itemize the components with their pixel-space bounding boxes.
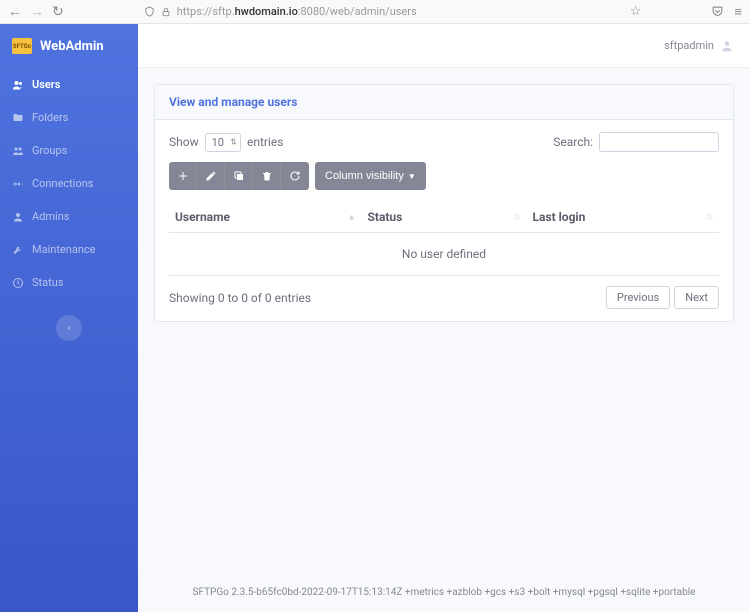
col-vis-label: Column visibility (325, 170, 404, 182)
sidebar-label: Connections (32, 177, 93, 190)
col-last-login[interactable]: Last login⇅ (527, 202, 720, 233)
sidebar-label: Status (32, 276, 63, 289)
copy-icon (233, 170, 245, 182)
brand-name: WebAdmin (40, 39, 104, 54)
brand-logo-icon: SFTGo (12, 38, 32, 54)
empty-row: No user defined (169, 233, 719, 276)
connections-icon (12, 178, 24, 190)
sidebar: SFTGo WebAdmin Users Folders Groups Co (0, 24, 138, 612)
menu-icon[interactable]: ≡ (734, 4, 742, 20)
user-menu[interactable]: sftpadmin (664, 39, 734, 53)
search-label: Search: (553, 135, 593, 149)
shield-icon (144, 6, 155, 17)
avatar-icon (720, 39, 734, 53)
trash-icon (261, 170, 273, 182)
sidebar-item-folders[interactable]: Folders (0, 101, 138, 134)
url-bar[interactable]: https://sftp.hwdomain.io:8080/web/admin/… (74, 5, 620, 18)
star-icon[interactable]: ☆ (630, 4, 642, 19)
url-text: https://sftp.hwdomain.io:8080/web/admin/… (177, 5, 417, 18)
table-info: Showing 0 to 0 of 0 entries (169, 291, 311, 305)
sort-icon: ▲ (348, 213, 356, 222)
sidebar-label: Users (32, 78, 60, 91)
chevron-down-icon: ▼ (408, 172, 416, 181)
next-button[interactable]: Next (674, 286, 719, 309)
edit-button[interactable] (197, 162, 225, 190)
plus-icon (177, 170, 189, 182)
forward-icon[interactable]: → (30, 3, 44, 20)
lock-icon (161, 7, 171, 17)
sort-icon: ⇅ (706, 213, 713, 222)
users-card: View and manage users Show 10 entries Se… (154, 84, 734, 322)
entries-select[interactable]: 10 (205, 133, 241, 152)
users-table: Username▲ Status⇅ Last login⇅ No user de… (169, 202, 719, 276)
sidebar-item-users[interactable]: Users (0, 68, 138, 101)
col-username[interactable]: Username▲ (169, 202, 362, 233)
sidebar-label: Groups (32, 144, 67, 157)
username: sftpadmin (664, 39, 714, 52)
footer-version: SFTPGo 2.3.5-b65fc0bd-2022-09-17T15:13:1… (138, 579, 750, 612)
folder-icon (12, 112, 24, 124)
entries-label: entries (247, 135, 283, 149)
sidebar-label: Maintenance (32, 243, 96, 256)
sidebar-item-maintenance[interactable]: Maintenance (0, 233, 138, 266)
sidebar-label: Admins (32, 210, 69, 223)
users-icon (12, 79, 24, 91)
sidebar-item-connections[interactable]: Connections (0, 167, 138, 200)
back-icon[interactable]: ← (8, 3, 22, 20)
reload-icon[interactable]: ↻ (52, 4, 64, 20)
card-title: View and manage users (155, 85, 733, 120)
refresh-icon (289, 170, 301, 182)
show-label: Show (169, 135, 199, 149)
pocket-icon[interactable] (711, 5, 724, 18)
sidebar-item-groups[interactable]: Groups (0, 134, 138, 167)
sidebar-label: Folders (32, 111, 68, 124)
delete-button[interactable] (253, 162, 281, 190)
column-visibility-button[interactable]: Column visibility ▼ (315, 162, 426, 190)
status-icon (12, 277, 24, 289)
clone-button[interactable] (225, 162, 253, 190)
topbar: sftpadmin (138, 24, 750, 68)
browser-toolbar: ← → ↻ https://sftp.hwdomain.io:8080/web/… (0, 0, 750, 24)
sidebar-collapse-button[interactable]: ‹ (56, 315, 82, 341)
admin-icon (12, 211, 24, 223)
prev-button[interactable]: Previous (606, 286, 670, 309)
groups-icon (12, 145, 24, 157)
sidebar-item-status[interactable]: Status (0, 266, 138, 299)
sidebar-item-admins[interactable]: Admins (0, 200, 138, 233)
refresh-button[interactable] (281, 162, 309, 190)
search-input[interactable] (599, 132, 719, 152)
main: sftpadmin View and manage users Show 10 (138, 24, 750, 612)
wrench-icon (12, 244, 24, 256)
sort-icon: ⇅ (514, 213, 521, 222)
add-button[interactable] (169, 162, 197, 190)
brand[interactable]: SFTGo WebAdmin (0, 24, 138, 68)
pencil-icon (205, 170, 217, 182)
col-status[interactable]: Status⇅ (362, 202, 527, 233)
